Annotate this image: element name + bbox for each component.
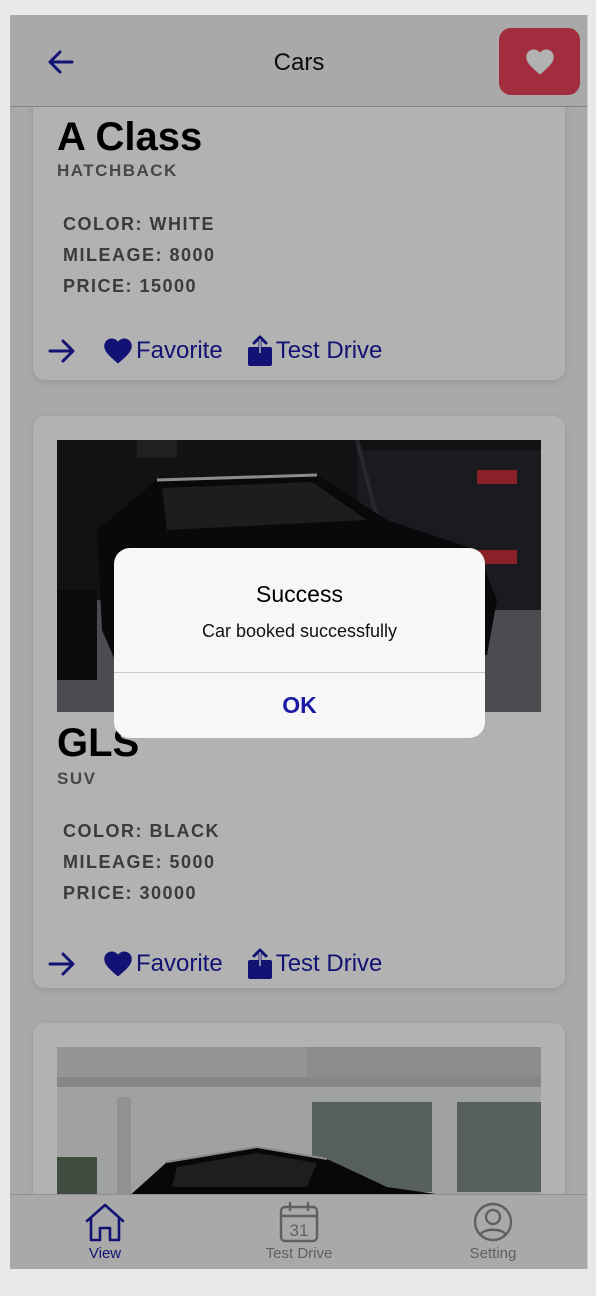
- ok-button[interactable]: OK: [114, 672, 485, 738]
- alert-message: Car booked successfully: [201, 621, 398, 641]
- alert-dialog: Success Car booked successfully OK: [114, 548, 485, 738]
- app-frame: Cars A Class HATCHBACK COLOR: WHITE MILE…: [10, 15, 588, 1269]
- alert-title: Success: [256, 581, 343, 607]
